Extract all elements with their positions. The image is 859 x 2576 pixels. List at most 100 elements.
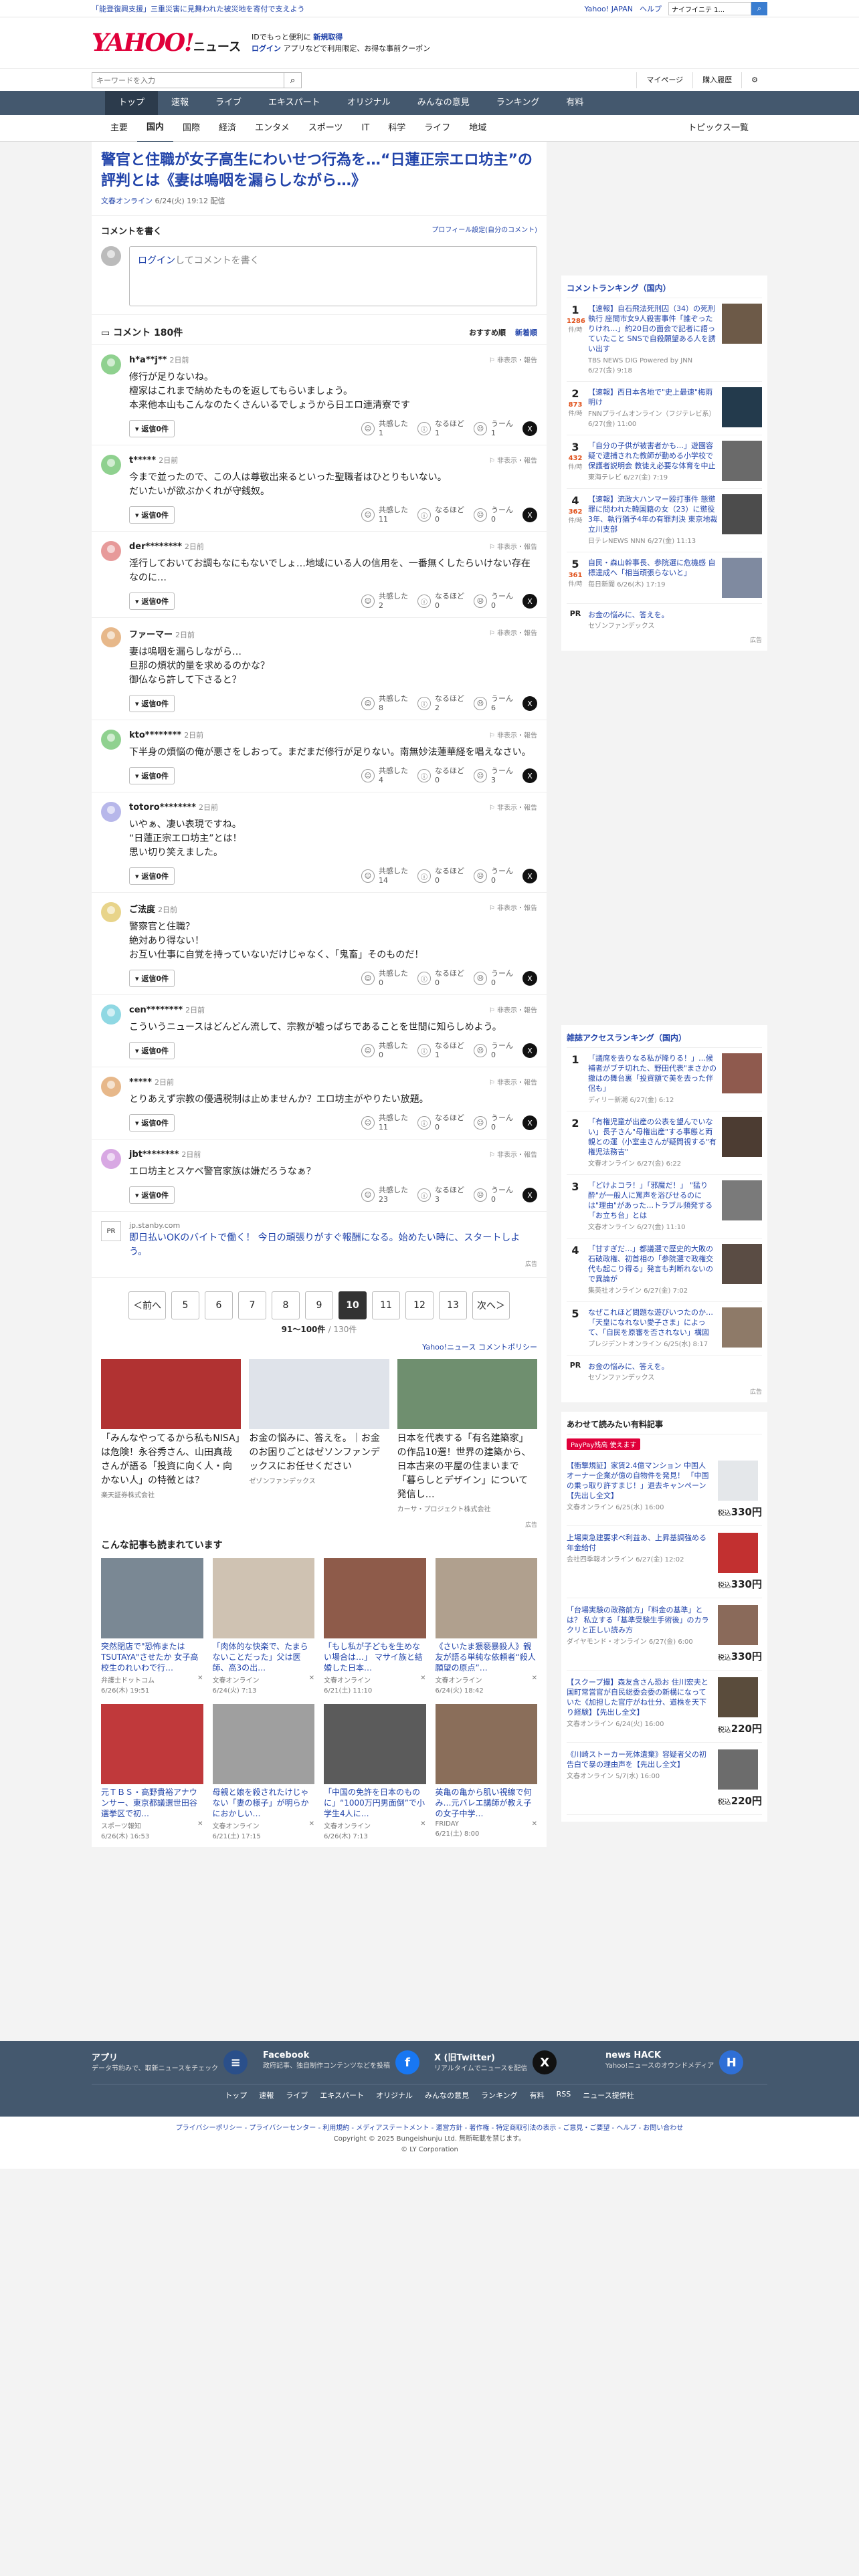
comment-user[interactable]: ご法度 2日前 (129, 902, 177, 915)
sub-nav-item[interactable]: 国内 (137, 114, 174, 143)
page-button[interactable]: 6 (205, 1291, 233, 1319)
mypage-link[interactable]: マイページ (636, 72, 692, 88)
footer-link[interactable]: ニュース提供社 (583, 2090, 634, 2101)
web-search-input[interactable] (668, 2, 751, 15)
naruhodo-button[interactable]: ⓘ なるほど 0 (417, 867, 464, 885)
comment-user[interactable]: h*a**j** 2日前 (129, 354, 189, 365)
read-item[interactable]: 「肉体的な快楽で、たまらないことだった」父は医師、高3の出… 文春オンライン 6/2… (212, 1558, 314, 1695)
empathize-button[interactable]: ☺ 共感した 0 (361, 1041, 408, 1060)
promo-card[interactable]: 日本を代表する「有名建築家」の作品10選！世界の建築から、日本古来の平屋の住まい… (397, 1359, 537, 1513)
empathize-button[interactable]: ☺ 共感した 11 (361, 1113, 408, 1132)
notice-link[interactable]: 「能登復興支援」三重災害に見舞われた被災地を寄付で支えよう (92, 3, 304, 14)
purchase-history-link[interactable]: 購入履歴 (692, 72, 741, 88)
x-share-icon[interactable]: X (522, 696, 537, 711)
flag-link[interactable]: ⚐ 非表示・報告 (489, 1077, 537, 1087)
close-icon[interactable]: ✕ (197, 1675, 203, 1695)
ranking-item[interactable]: 5 361 件/時 自民・森山幹事長、参院選に危機感 自標達成へ「相当頑張らないと」毎… (567, 552, 762, 604)
paid-article[interactable]: 「台場実験の政務前方」「料金の基準」とは？ 私立する「基準受験生手術後」のカラク… (567, 1598, 762, 1671)
reply-button[interactable]: ▾ 返信0件 (129, 1042, 175, 1059)
empathize-button[interactable]: ☺ 共感した 11 (361, 506, 408, 524)
signup-link[interactable]: 新規取得 (313, 33, 343, 41)
page-button[interactable]: 12 (405, 1291, 434, 1319)
read-item[interactable]: 「もし私が子どもを生めない場合は…」 マサイ族と結婚した日本… 文春オンライン 6/… (324, 1558, 426, 1695)
flag-link[interactable]: ⚐ 非表示・報告 (489, 802, 537, 813)
naruhodo-button[interactable]: ⓘ なるほど 0 (417, 1113, 464, 1132)
main-nav-item[interactable]: 有料 (553, 91, 597, 115)
article-source[interactable]: 文春オンライン (101, 197, 153, 205)
close-icon[interactable]: ✕ (420, 1820, 425, 1840)
ranking-item[interactable]: 1 1286 件/時 【速報】自石飛法死刑囚（34）の死刑執行 座間市女9人殺害事件「… (567, 298, 762, 382)
footer-app-link[interactable]: news HACK Yahoo!ニュースのオウンドメディア H (605, 2050, 767, 2074)
comment-user[interactable]: t***** 2日前 (129, 455, 178, 465)
page-button[interactable]: 10 (339, 1291, 367, 1319)
x-share-icon[interactable]: X (522, 508, 537, 522)
flag-link[interactable]: ⚐ 非表示・報告 (489, 1004, 537, 1015)
reply-button[interactable]: ▾ 返信0件 (129, 593, 175, 610)
read-item[interactable]: 元ＴＢＳ・高野貴裕アナウンサー、東京都議選世田谷選挙区で初… スポーツ報知 6/26… (101, 1704, 203, 1840)
main-nav-item[interactable]: ライブ (202, 91, 255, 115)
footer-link[interactable]: ランキング (481, 2090, 518, 2101)
naruhodo-button[interactable]: ⓘ なるほど 0 (417, 506, 464, 524)
access-ranking-item[interactable]: 2 「有権児童が出産の公表を望んでいない」長子さん"母権出産"する事態と両親との運… (567, 1111, 762, 1175)
article-title[interactable]: 警官と住職が女子高生にわいせつ行為を…“日蓮正宗エロ坊主”の評判とは《妻は嗚咽を… (101, 150, 537, 191)
reply-button[interactable]: ▾ 返信0件 (129, 506, 175, 524)
access-pr[interactable]: PR お金の悩みに、答えを。 セゾンファンデックス (567, 1356, 762, 1387)
ranking-pr[interactable]: PR お金の悩みに、答えを。 セゾンファンデックス (567, 604, 762, 635)
close-icon[interactable]: ✕ (532, 1820, 537, 1838)
naruhodo-button[interactable]: ⓘ なるほど 1 (417, 419, 464, 438)
empathize-button[interactable]: ☺ 共感した 14 (361, 867, 408, 885)
yahoo-news-logo[interactable]: YAHOO!ニュース (92, 31, 241, 55)
naruhodo-button[interactable]: ⓘ なるほど 0 (417, 766, 464, 785)
page-button[interactable]: 7 (238, 1291, 266, 1319)
close-icon[interactable]: ✕ (309, 1675, 314, 1695)
access-ranking-item[interactable]: 4 「甘すぎだ…」都議選で歴史的大敗の石破政権、初首相の「参院選で政権交代も起こり… (567, 1239, 762, 1302)
paid-article[interactable]: 【衝撃規証】家賃2.4億マンション 中国人オーナー企業が億の自物件を発見！ 「中… (567, 1454, 762, 1526)
sub-nav-item[interactable]: ライフ (415, 115, 460, 142)
help-link[interactable]: ヘルプ (640, 3, 662, 14)
sub-nav-item[interactable]: 経済 (209, 115, 246, 142)
access-ranking-item[interactable]: 3 「どけよコラ！」「邪魔だ！」 "猛り酔"が一般人に罵声を浴びせるのには"理由"… (567, 1175, 762, 1239)
naruhodo-button[interactable]: ⓘ なるほど 3 (417, 1186, 464, 1204)
comment-user[interactable]: totoro******** 2日前 (129, 802, 218, 813)
read-item[interactable]: 「中国の免許を日本のものに」“1000万円男面倒”で小学生4人に… 文春オンライン… (324, 1704, 426, 1840)
footer-app-link[interactable]: Facebook 政府記事、独自制作コンテンツなどを投稿 f (263, 2050, 425, 2074)
x-share-icon[interactable]: X (522, 869, 537, 883)
hmm-button[interactable]: ☹ うーん 0 (474, 506, 513, 524)
page-button[interactable]: 5 (171, 1291, 199, 1319)
footer-link[interactable]: ライブ (286, 2090, 308, 2101)
reply-button[interactable]: ▾ 返信0件 (129, 970, 175, 987)
naruhodo-button[interactable]: ⓘ なるほど 1 (417, 1041, 464, 1060)
close-icon[interactable]: ✕ (309, 1820, 314, 1840)
page-button[interactable]: 11 (372, 1291, 400, 1319)
yahoo-japan-link[interactable]: Yahoo! JAPAN (584, 5, 633, 13)
reply-button[interactable]: ▾ 返信0件 (129, 867, 175, 885)
x-share-icon[interactable]: X (522, 971, 537, 986)
footer-link[interactable]: みんなの意見 (425, 2090, 469, 2101)
naruhodo-button[interactable]: ⓘ なるほど 2 (417, 694, 464, 713)
hmm-button[interactable]: ☹ うーん 0 (474, 867, 513, 885)
comment-policy-link[interactable]: Yahoo!ニュース コメントポリシー (92, 1335, 547, 1359)
access-ranking-item[interactable]: 5 なぜこれほど問題な遊びいつたのか…「天皇になれない愛子さま」によって、「自民を… (567, 1302, 762, 1356)
flag-link[interactable]: ⚐ 非表示・報告 (489, 902, 537, 915)
flag-link[interactable]: ⚐ 非表示・報告 (489, 541, 537, 552)
empathize-button[interactable]: ☺ 共感した 8 (361, 694, 408, 713)
main-nav-item[interactable]: 速報 (158, 91, 202, 115)
keyword-input[interactable] (92, 72, 284, 88)
read-item[interactable]: 母親と娘を殺されたけじゃない「妻の様子」が明らかにおかしい… 文春オンライン 6/2… (212, 1704, 314, 1840)
x-share-icon[interactable]: X (522, 768, 537, 783)
main-nav-item[interactable]: ランキング (483, 91, 553, 115)
empathize-button[interactable]: ☺ 共感した 1 (361, 419, 408, 438)
sub-nav-item[interactable]: IT (352, 115, 379, 142)
comment-user[interactable]: kto******** 2日前 (129, 730, 203, 740)
main-nav-item[interactable]: トップ (105, 91, 159, 115)
footer-link[interactable]: トップ (225, 2090, 247, 2101)
empathize-button[interactable]: ☺ 共感した 4 (361, 766, 408, 785)
flag-link[interactable]: ⚐ 非表示・報告 (489, 354, 537, 365)
sub-nav-item[interactable]: 主要 (101, 115, 137, 142)
footer-app-link[interactable]: X (旧Twitter) リアルタイムでニュースを配信 X (434, 2050, 596, 2074)
legal-links[interactable]: プライバシーポリシー - プライバシーセンター - 利用規約 - メディアステー… (0, 2123, 859, 2134)
reply-button[interactable]: ▾ 返信0件 (129, 1114, 175, 1132)
login-link[interactable]: ログイン (252, 44, 281, 53)
sub-nav-item[interactable]: 地域 (460, 115, 496, 142)
main-nav-item[interactable]: みんなの意見 (404, 91, 483, 115)
